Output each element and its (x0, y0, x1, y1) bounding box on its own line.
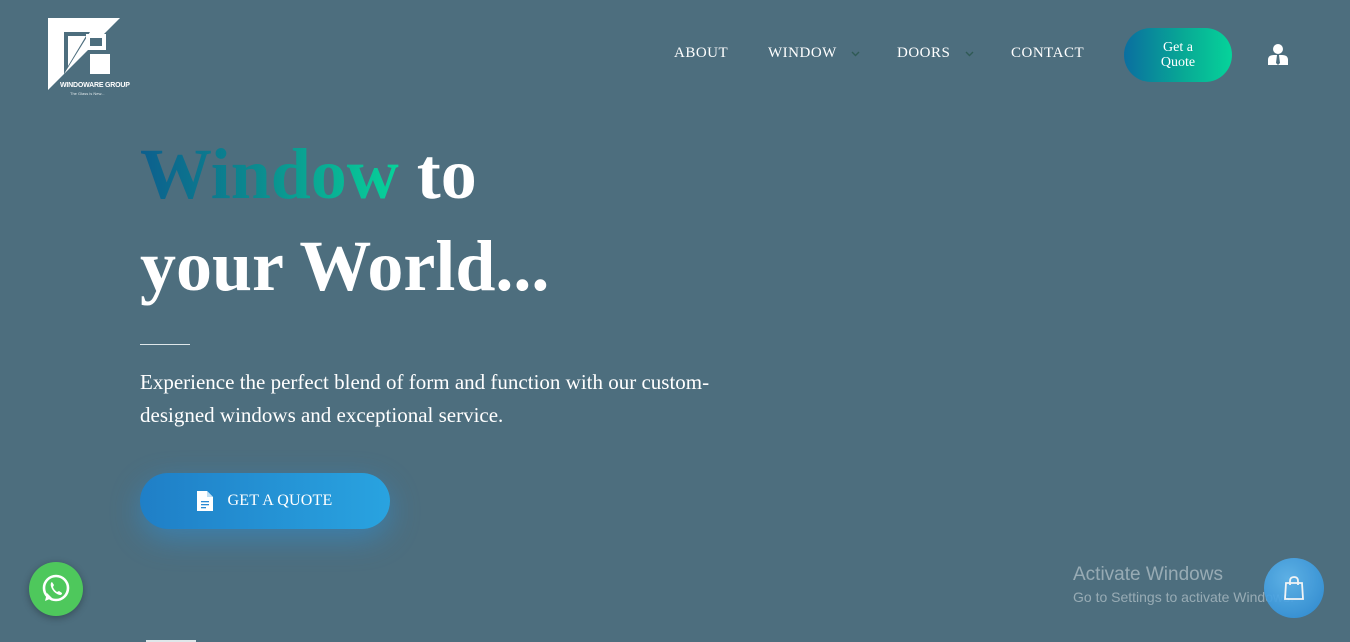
activate-subtitle: Go to Settings to activate Windows. (1073, 589, 1294, 605)
hero-divider (140, 344, 190, 345)
hero-subtitle: Experience the perfect blend of form and… (140, 370, 710, 427)
nav-item-window[interactable]: WINDOW (768, 45, 860, 62)
chevron-down-icon (965, 51, 974, 57)
document-icon (197, 491, 214, 511)
shopping-bag-icon (1284, 576, 1304, 600)
nav-item-contact[interactable]: CONTACT (1011, 45, 1084, 62)
nav-label: WINDOW (768, 45, 837, 61)
quote-button-label: Get a Quote (1160, 40, 1196, 70)
get-a-quote-button[interactable]: Get a Quote (1124, 28, 1232, 82)
nav-label: DOORS (897, 45, 951, 61)
chevron-down-icon (851, 51, 860, 57)
hero-title-line2: your World... (140, 226, 550, 306)
nav-item-about[interactable]: ABOUT (674, 45, 728, 62)
cart-button[interactable] (1264, 558, 1324, 618)
cta-label: GET A QUOTE (227, 492, 333, 509)
main-nav: ABOUT WINDOW DOORS CONTACT Get a Quote (0, 0, 1350, 110)
nav-label: CONTACT (1011, 45, 1085, 61)
activate-title: Activate Windows (1073, 564, 1223, 585)
get-a-quote-cta-button[interactable]: GET A QUOTE (140, 473, 390, 529)
user-icon[interactable] (1268, 43, 1288, 65)
nav-label: ABOUT (674, 45, 729, 61)
whatsapp-icon (42, 574, 70, 602)
hero-title-highlight: Window (140, 134, 399, 214)
activate-windows-watermark: Activate Windows Go to Settings to activ… (1073, 564, 1294, 608)
hero-title-line1-rest: to (398, 134, 477, 214)
hero-title: Window to your World... (140, 128, 549, 312)
whatsapp-button[interactable] (29, 562, 83, 616)
nav-item-doors[interactable]: DOORS (897, 45, 974, 62)
